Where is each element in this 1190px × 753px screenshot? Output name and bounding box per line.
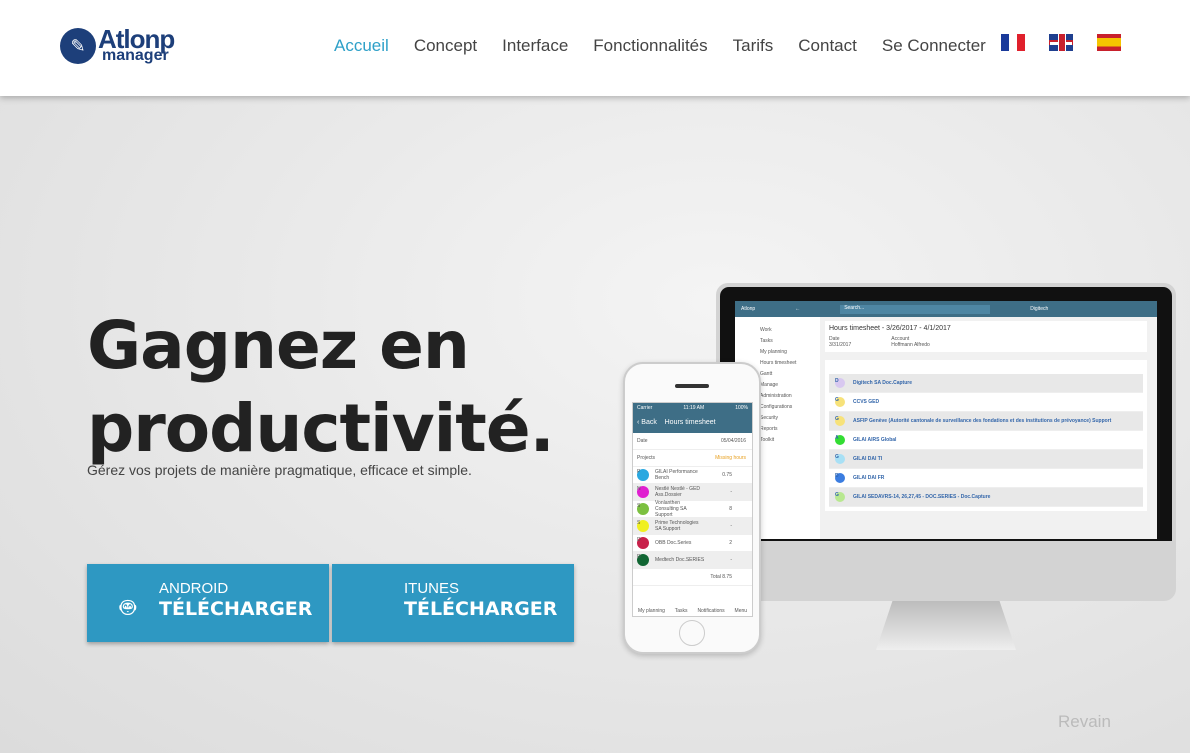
app-sidebar-item: My planning [760,349,787,355]
app-sidebar-item: Administration [760,393,792,399]
app-sidebar-item: Tasks [760,338,773,344]
main-nav: Accueil Concept Interface Fonctionnalité… [334,36,986,56]
list-item: D Medtech Doc.SERIES - [633,552,752,569]
nav-interface[interactable]: Interface [502,36,568,56]
button-platform: ITUNES [404,580,460,597]
mobile-tab: Notifications [697,608,725,614]
list-item: S Vonlanthen Consulting SA Support 8 [633,500,752,518]
button-label: TÉLÉCHARGER [404,598,558,620]
desktop-mockup: Atlonp ← Search... Digitech Work Tasks My pla… [716,283,1176,601]
site-header: ✎ Atlonp manager Accueil Concept Interfac… [0,0,1190,96]
timesheet-table: D Digitech SA Doc.Capture G CCVS GED G ASFIP … [825,360,1147,511]
list-item: S Prime Technologies SA Support - [633,518,752,535]
spanish-flag-icon[interactable] [1097,34,1121,51]
app-sidebar-item: Configurations [760,404,793,410]
list-item: N Nestlé Nestlé - GED Ass.Dossier - [633,484,752,501]
nav-tarifs[interactable]: Tarifs [733,36,774,56]
list-item: D OBB Doc.Series 2 [633,535,752,552]
mobile-tab: My planning [637,608,665,614]
mobile-tab: Tasks [674,608,688,614]
watermark: Revain [1058,712,1111,731]
itunes-download-button[interactable]: ITUNES TÉLÉCHARGER [332,564,574,642]
button-label: TÉLÉCHARGER [159,598,313,620]
desktop-app-screenshot: Atlonp ← Search... Digitech Work Tasks My pla… [735,301,1157,539]
table-row: G GILAI SEDAVRS-14, 26,27,45 - DOC.SERIES… [829,488,1143,507]
app-search: Search... [840,304,991,314]
phone-mockup: Carrier 11:19 AM 100% ‹ Back Hours timeshe… [623,362,761,654]
table-row: G ASFIP Genève (Autorité cantonale de sur… [829,412,1143,431]
home-button [679,620,705,646]
android-download-button[interactable]: 🤖︎ ANDROID TÉLÉCHARGER [87,564,329,642]
app-sidebar-item: Reports [760,426,778,432]
app-sidebar-item: Gantt [760,371,773,377]
notebook-pen-icon: ✎ [60,28,96,64]
button-platform: ANDROID [159,580,229,597]
logo[interactable]: ✎ Atlonp manager [60,26,175,64]
table-row: G CCVS GED [829,393,1143,412]
hero-subtitle: Gérez vos projets de manière pragmatique… [87,462,472,478]
nav-accueil[interactable]: Accueil [334,36,389,56]
app-sidebar-item: Toolkit [760,437,775,443]
hero-title: Gagnez en productivité. [87,307,555,467]
nav-se-connecter[interactable]: Se Connecter [882,36,986,56]
nav-concept[interactable]: Concept [414,36,477,56]
mobile-app-screenshot: Carrier 11:19 AM 100% ‹ Back Hours timeshe… [632,402,753,617]
app-user: Digitech [1030,306,1049,312]
mobile-tab: Menu [734,608,748,614]
table-row: A GILAI AIRS Global [829,431,1143,450]
nav-fonctionnalites[interactable]: Fonctionnalités [593,36,707,56]
nav-contact[interactable]: Contact [798,36,857,56]
app-sidebar-item: Hours timesheet [760,360,797,366]
table-row: D Digitech SA Doc.Capture [829,374,1143,393]
table-row: G GILAI DAI TI [829,450,1143,469]
android-icon: 🤖︎ [120,592,136,622]
app-title: Hours timesheet - 3/26/2017 - 4/1/2017 [829,325,951,332]
app-sidebar-item: Security [760,415,779,421]
table-row: D GILAI DAI FR [829,469,1143,488]
back-arrow-icon: ← [795,306,801,312]
app-sidebar-item: Work [760,327,772,333]
french-flag-icon[interactable] [1001,34,1025,51]
app-logo: Atlonp [741,306,756,312]
app-sidebar-item: Manage [760,382,779,388]
list-item: P GILAI Performance Bench 0.75 [633,467,752,484]
imac-stand [876,600,1016,650]
logo-subtext: manager [102,47,169,64]
uk-flag-icon[interactable] [1049,34,1073,51]
